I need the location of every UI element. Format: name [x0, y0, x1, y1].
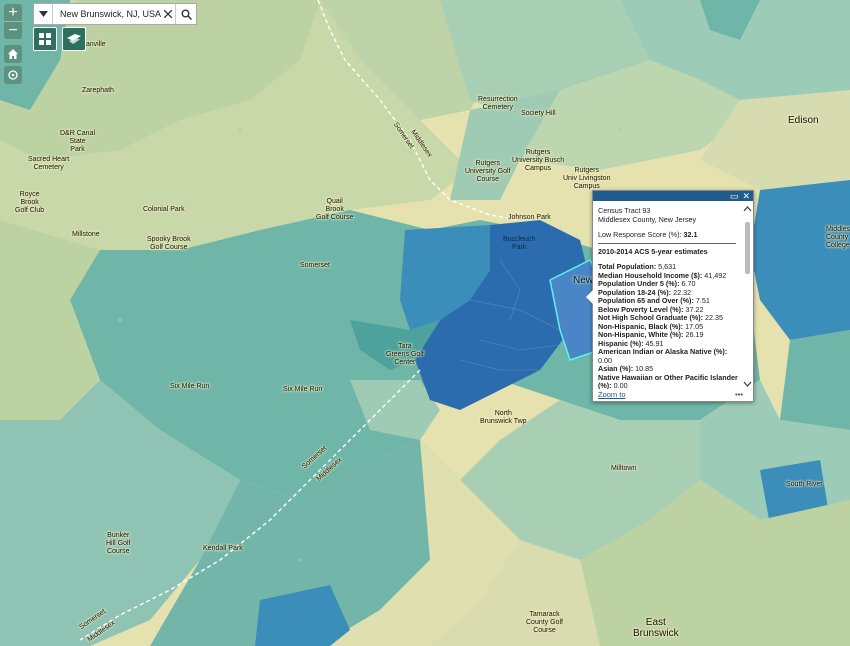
place-label: Sacred Heart Cemetery — [28, 156, 70, 171]
place-label: South River — [786, 481, 823, 488]
locate-icon — [8, 70, 18, 80]
caret-down-icon — [38, 11, 48, 17]
place-label: Tara Greens Golf Center — [386, 343, 424, 366]
low-response-score: Low Response Score (%): 32.1 — [598, 230, 698, 239]
place-label: Somerset — [300, 262, 330, 269]
place-label: Quail Brook Golf Course — [316, 198, 354, 221]
place-label: D&R Canal State Park — [60, 130, 96, 153]
home-button[interactable] — [4, 45, 22, 63]
popup-field-row: American Indian or Alaska Native (%): 0.… — [598, 347, 728, 365]
search-bar: New Brunswick, NJ, USA — [33, 3, 197, 25]
popup-field-list: Total Population: 5,631 Median Household … — [598, 262, 741, 389]
place-label: Middlesex County College — [826, 226, 850, 249]
place-label: East Brunswick — [633, 617, 679, 639]
grid-icon — [39, 33, 51, 45]
popup-county: Middlesex County, New Jersey — [598, 214, 697, 224]
acs-heading: 2010-2014 ACS 5-year estimates — [598, 246, 708, 256]
scroll-up-icon — [743, 206, 752, 212]
place-label: Zarephath — [82, 87, 114, 94]
place-label: Six Mile Run — [283, 386, 323, 393]
place-label: North Brunswick Twp — [480, 410, 527, 425]
legend-button[interactable] — [62, 27, 86, 51]
zoom-out-button[interactable]: − — [4, 21, 22, 39]
popup-scrollbar[interactable] — [743, 204, 752, 387]
maximize-popup-button[interactable]: ▭ — [730, 191, 739, 201]
place-label: Milltown — [611, 465, 637, 472]
place-label: Kendall Park — [203, 545, 243, 552]
place-label: Resurrection Cemetery — [478, 96, 518, 111]
locate-button[interactable] — [4, 66, 22, 84]
place-label: Spooky Brook Golf Course — [147, 236, 191, 251]
search-icon — [181, 9, 192, 20]
popup-footer: Zoom to ••• — [598, 390, 749, 400]
divider — [598, 242, 736, 244]
layers-icon — [67, 34, 81, 44]
place-label: Millstone — [72, 231, 100, 238]
tract-region — [780, 330, 850, 430]
close-popup-button[interactable]: ✕ — [742, 191, 750, 201]
zoom-control: + − — [4, 4, 22, 39]
place-label: Rutgers Univ Livingston Campus — [563, 167, 611, 190]
home-icon — [8, 49, 18, 59]
place-label: Johnson Park — [508, 214, 551, 221]
place-label: Bunker Hill Golf Course — [106, 532, 131, 555]
more-actions-button[interactable]: ••• — [735, 390, 743, 399]
info-popup: ▭ ✕ Census Tract 93 Middlesex County, Ne… — [586, 190, 754, 402]
place-label: Buccleuch Park — [503, 236, 536, 251]
place-label: Six Mile Run — [170, 383, 210, 390]
search-input[interactable]: New Brunswick, NJ, USA — [53, 9, 161, 19]
search-button[interactable] — [175, 4, 196, 24]
place-label: Royce Brook Golf Club — [15, 191, 45, 214]
zoom-to-link[interactable]: Zoom to — [598, 390, 626, 399]
place-label: Colonial Park — [143, 206, 185, 213]
place-label: Society Hill — [521, 110, 556, 117]
clear-search-button[interactable] — [161, 7, 175, 21]
place-label: Edison — [788, 115, 819, 126]
scroll-down-icon — [743, 381, 752, 387]
popup-content: Census Tract 93 Middlesex County, New Je… — [593, 201, 741, 389]
popup-pointer — [586, 290, 593, 304]
place-label: Rutgers University Golf Course — [465, 160, 511, 183]
popup-header: ▭ ✕ — [593, 191, 753, 201]
place-label: Rutgers University Busch Campus — [512, 149, 565, 172]
zoom-in-button[interactable]: + — [4, 4, 22, 21]
place-label: New — [573, 275, 594, 286]
place-label: Tamarack County Golf Course — [526, 611, 563, 634]
search-source-dropdown[interactable] — [34, 4, 53, 24]
scroll-thumb[interactable] — [745, 222, 750, 274]
close-icon — [163, 9, 173, 19]
popup-field-row: Native Hawaiian or Other Pacific Islande… — [598, 372, 738, 389]
basemap-gallery-button[interactable] — [33, 27, 57, 51]
